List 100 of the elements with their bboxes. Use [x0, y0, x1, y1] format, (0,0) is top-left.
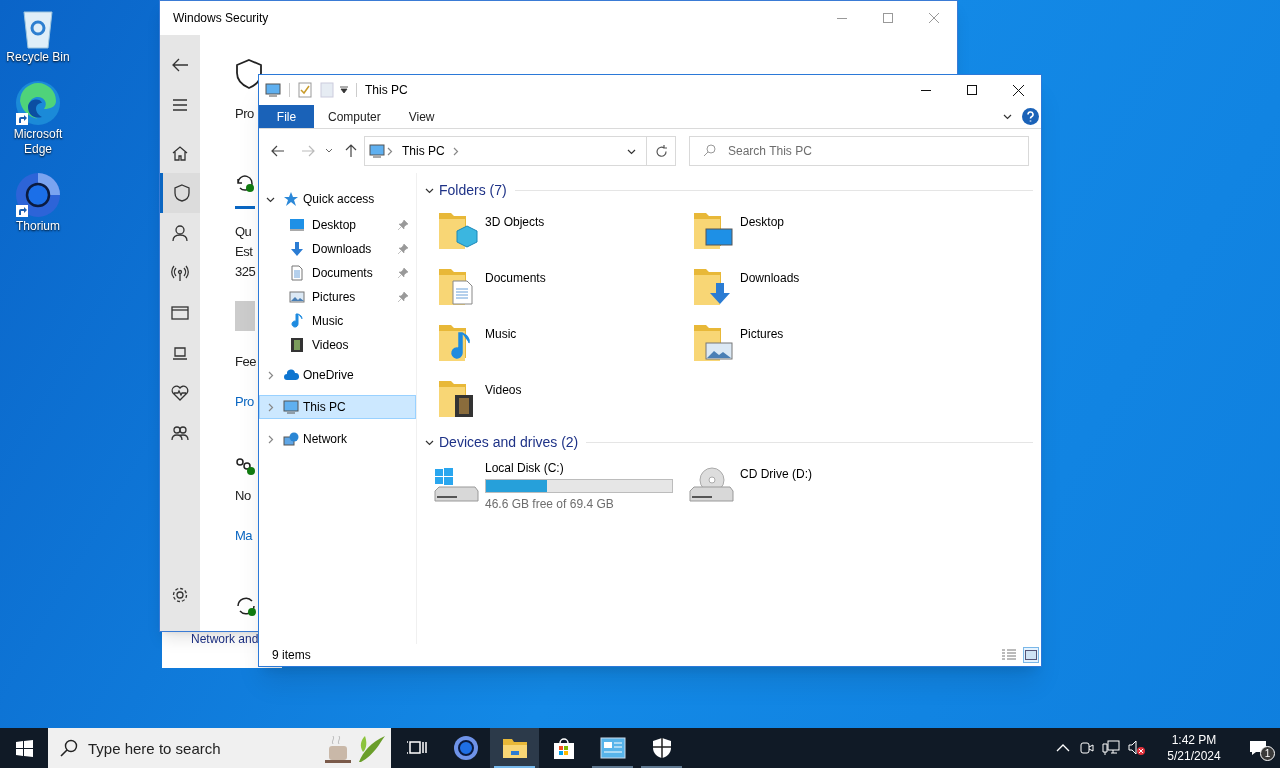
group-header[interactable]: Devices and drives (2): [439, 431, 579, 453]
refresh-icon: [654, 144, 668, 158]
running-indicator: [641, 766, 682, 768]
back-arrow-icon[interactable]: [171, 56, 189, 74]
tree-item[interactable]: Quick access: [259, 187, 416, 211]
folder-tile[interactable]: Pictures: [680, 319, 935, 375]
menu-icon[interactable]: [171, 96, 189, 114]
up-arrow-icon[interactable]: [344, 144, 358, 158]
muted-speaker-icon[interactable]: [1128, 740, 1146, 756]
partial-text: Est: [235, 243, 253, 261]
shield-icon: [235, 59, 263, 89]
folder-tile[interactable]: 3D Objects: [425, 207, 680, 263]
computer-icon: [369, 143, 385, 159]
window-title: This PC: [365, 82, 408, 99]
scan-tab[interactable]: [235, 173, 255, 209]
shield-icon: [651, 737, 672, 759]
chevron-up-icon[interactable]: [1056, 744, 1070, 752]
browser-logo-icon: [14, 171, 62, 219]
partial-link[interactable]: Pro: [235, 393, 254, 411]
address-bar[interactable]: This PC: [364, 136, 676, 166]
properties-icon[interactable]: [298, 82, 312, 98]
breadcrumb[interactable]: This PC: [402, 142, 445, 160]
tree-item[interactable]: OneDrive: [259, 363, 416, 387]
ribbon-tab[interactable]: View: [394, 105, 449, 128]
windows-logo-icon: [15, 739, 33, 757]
back-arrow-icon[interactable]: [271, 144, 285, 158]
picture-icon: [289, 289, 305, 305]
partial-text: 325: [235, 263, 256, 281]
expand-ribbon-icon[interactable]: [1003, 112, 1012, 121]
people-icon[interactable]: [171, 424, 189, 442]
folder-tile[interactable]: Videos: [425, 375, 680, 431]
partial-text: No: [235, 487, 251, 505]
running-indicator: [494, 766, 535, 768]
laptop-icon[interactable]: [171, 344, 189, 362]
search-box[interactable]: Type here to search: [48, 728, 391, 768]
home-icon[interactable]: [171, 144, 189, 162]
folder-tile[interactable]: Desktop: [680, 207, 935, 263]
cloud-icon: [283, 367, 299, 383]
network-icon: [283, 431, 299, 447]
close-icon: [1012, 84, 1024, 96]
partial-text: Qu: [235, 223, 252, 241]
heart-pulse-icon[interactable]: [171, 384, 189, 402]
dropdown-arrow-icon[interactable]: [340, 86, 348, 94]
group-header[interactable]: Folders (7): [439, 179, 507, 201]
notification-count: 1: [1260, 746, 1275, 761]
taskbar-app[interactable]: [490, 728, 539, 768]
search-field[interactable]: Search This PC: [689, 136, 1029, 166]
partial-text: Network and: [191, 631, 259, 648]
tree-item[interactable]: Network: [259, 427, 416, 451]
window-title: Windows Security: [173, 10, 269, 27]
tree-item[interactable]: This PC: [259, 395, 416, 419]
folder-tile[interactable]: Music: [425, 319, 680, 375]
antenna-icon[interactable]: [171, 264, 189, 282]
large-icons-view-button[interactable]: [1023, 647, 1039, 663]
shopping-bag-icon: [551, 736, 576, 760]
notifications-button[interactable]: 1: [1236, 728, 1280, 768]
close-icon: [929, 13, 939, 23]
person-icon[interactable]: [171, 224, 189, 242]
help-icon[interactable]: [1022, 108, 1039, 125]
computer-icon: [265, 82, 281, 98]
folder-icon: [501, 737, 528, 759]
folder-tile[interactable]: Documents: [425, 263, 680, 319]
browser-window-icon[interactable]: [171, 304, 189, 322]
settings-icon[interactable]: [171, 586, 189, 604]
network-icon[interactable]: [1102, 740, 1120, 756]
film-icon: [289, 337, 305, 353]
desktop-shortcut[interactable]: Recycle Bin: [0, 6, 76, 65]
nav-item[interactable]: [160, 173, 200, 213]
refresh-check-icon: [235, 595, 257, 617]
control-panel-icon: [599, 737, 626, 759]
recent-locations-icon[interactable]: [325, 147, 333, 155]
partial-text: Pro: [235, 105, 254, 123]
maximize-icon: [967, 85, 977, 95]
tree-item[interactable]: Videos: [259, 333, 416, 357]
tree-item[interactable]: Music: [259, 309, 416, 333]
star-icon: [283, 191, 299, 207]
cd-drive-icon: [688, 465, 734, 505]
breadcrumb-separator-icon[interactable]: [385, 146, 394, 156]
tree-item[interactable]: Downloads: [259, 237, 416, 261]
camera-icon[interactable]: [1080, 740, 1094, 756]
drive-tile[interactable]: CD Drive (D:): [680, 459, 935, 515]
tree-item[interactable]: Desktop: [259, 213, 416, 237]
tree-item[interactable]: Pictures: [259, 285, 416, 309]
partial-link[interactable]: Ma: [235, 527, 253, 545]
ribbon-tab[interactable]: Computer: [314, 105, 395, 128]
history-check-icon: [235, 173, 255, 193]
file-tab[interactable]: File: [259, 105, 314, 128]
task-view-icon: [406, 739, 427, 757]
search-icon: [703, 144, 716, 157]
clock[interactable]: 1:42 PM 5/21/2024: [1156, 732, 1232, 764]
shield-icon[interactable]: [172, 184, 191, 202]
tree-item[interactable]: Documents: [259, 261, 416, 285]
folder-tile[interactable]: Downloads: [680, 263, 935, 319]
drive-tile[interactable]: Local Disk (C:) 46.6 GB free of 69.4 GB: [425, 459, 680, 515]
music-note-icon: [289, 313, 305, 329]
desktop-shortcut[interactable]: Thorium: [0, 171, 76, 234]
free-space-text: 46.6 GB free of 69.4 GB: [485, 496, 615, 513]
minimize-icon: [837, 17, 847, 19]
desktop-shortcut[interactable]: Microsoft Edge: [0, 79, 76, 157]
running-indicator: [592, 766, 633, 768]
